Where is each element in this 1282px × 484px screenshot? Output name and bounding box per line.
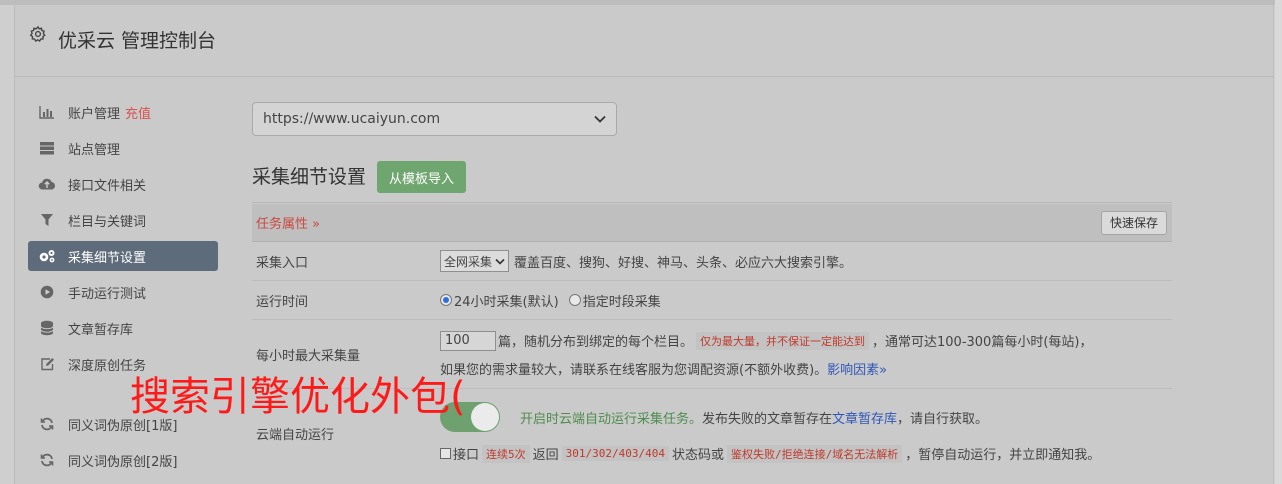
sidebar-item-label: 手动运行测试 — [68, 286, 147, 302]
table-header: 任务属性 » 快速保存 — [252, 204, 1172, 242]
quick-save-button[interactable]: 快速保存 — [1100, 210, 1167, 235]
sidebar-item-account[interactable]: 账户管理 充值 — [28, 97, 218, 127]
radio-period-label: 指定时段采集 — [582, 294, 661, 310]
sidebar-item-label: 同义词伪原创[2版] — [68, 454, 178, 470]
entry-select-value: 全网采集 — [444, 254, 493, 269]
sidebar-item-synonym-v2[interactable]: 同义词伪原创[2版] — [28, 445, 218, 475]
section-title: 采集细节设置 — [252, 166, 367, 188]
radio-24h-label: 24小时采集(默认) — [454, 294, 559, 310]
refresh-icon — [38, 416, 56, 432]
checkbox-label: 接口 — [453, 448, 480, 463]
entry-description: 覆盖百度、搜狗、好搜、神马、头条、必应六大搜索引擎。 — [514, 255, 853, 271]
scrollbar-track[interactable] — [1275, 0, 1282, 484]
sidebar-item-collect-settings[interactable]: 采集细节设置 — [28, 241, 218, 271]
sidebar-item-columns[interactable]: 栏目与关键词 — [28, 205, 218, 235]
main-content: https://www.ucaiyun.com 采集细节设置 从模板导入 任务属… — [252, 102, 1172, 463]
entry-select[interactable]: 全网采集 — [440, 250, 510, 272]
bar-chart-icon — [38, 104, 56, 120]
database-icon — [38, 320, 56, 336]
max-text: 篇，随机分布到绑定的每个栏目。 — [498, 335, 694, 350]
sidebar: 账户管理 充值 站点管理 接口文件相关 栏目与关键词 采集细节设置 手动运行测试 — [28, 97, 218, 481]
sidebar-item-label: 采集细节设置 — [68, 250, 147, 266]
article-store-link[interactable]: 文章暂存库 — [832, 408, 897, 427]
sidebar-item-interface[interactable]: 接口文件相关 — [28, 169, 218, 199]
sidebar-item-manual-test[interactable]: 手动运行测试 — [28, 277, 218, 307]
radio-period[interactable] — [568, 294, 581, 306]
max-warning: 仅为最大量，并不保证一定能达到 — [696, 331, 870, 350]
row-label: 运行时间 — [256, 294, 309, 310]
import-template-button[interactable]: 从模板导入 — [377, 161, 467, 193]
refresh-icon — [38, 452, 56, 468]
play-circle-icon — [38, 284, 56, 300]
table-row-time: 运行时间 24小时采集(默认) 指定时段采集 — [252, 281, 1172, 320]
impact-factors-link[interactable]: 影响因素» — [827, 359, 887, 378]
sidebar-item-sites[interactable]: 站点管理 — [28, 133, 218, 163]
row-label: 采集入口 — [256, 255, 309, 271]
cloud-text: 返回 — [532, 448, 559, 463]
server-icon — [38, 140, 56, 156]
sidebar-item-label: 栏目与关键词 — [68, 214, 147, 230]
cloud-text: 状态码或 — [672, 448, 725, 463]
max-text: ，通常可达100-300篇每小时(每站)， — [872, 335, 1093, 350]
page-title: 优采云 管理控制台 — [58, 30, 217, 52]
cloud-text: 发布失败的文章暂存在 — [702, 411, 833, 427]
max-per-hour-input[interactable]: 100 — [440, 330, 496, 351]
notify-checkbox[interactable] — [440, 448, 451, 459]
page-header: 优采云 管理控制台 — [15, 5, 1274, 77]
radio-24h[interactable] — [440, 294, 452, 306]
site-select[interactable]: https://www.ucaiyun.com — [252, 102, 617, 136]
cloud-green-text: 开启时云端自动运行采集任务。 — [520, 411, 703, 427]
sidebar-item-label: 文章暂存库 — [68, 322, 134, 338]
cogs-icon — [38, 248, 56, 264]
settings-table: 任务属性 » 快速保存 采集入口 全网采集 覆盖百度、搜狗、好搜、神马、头条、必… — [252, 204, 1172, 479]
filter-icon — [38, 212, 56, 228]
section-divider — [252, 202, 1172, 203]
gear-icon — [29, 25, 46, 42]
max-text: 如果您的需求量较大，请联系在线客服为您调配资源(不额外收费)。 — [440, 362, 828, 378]
chevron-down-icon — [495, 258, 505, 265]
cloud-text: ，请自行获取。 — [897, 411, 989, 427]
cloud-upload-icon — [38, 176, 56, 192]
sidebar-item-label: 站点管理 — [68, 142, 121, 158]
cloud-text: ，暂停自动运行，并立即通知我。 — [905, 448, 1101, 463]
highlight-text: 301/302/403/404 — [561, 446, 669, 461]
table-row-entry: 采集入口 全网采集 覆盖百度、搜狗、好搜、神马、头条、必应六大搜索引擎。 — [252, 242, 1172, 281]
watermark-text: 搜索引擎优化外包( — [130, 374, 466, 420]
highlight-text: 连续5次 — [482, 444, 530, 463]
sidebar-item-article-store[interactable]: 文章暂存库 — [28, 313, 218, 343]
site-select-value: https://www.ucaiyun.com — [263, 111, 441, 127]
task-properties-toggle[interactable]: 任务属性 » — [256, 213, 320, 232]
highlight-text: 鉴权失败/拒绝连接/域名无法解析 — [727, 444, 903, 463]
sidebar-item-label: 账户管理 — [68, 106, 121, 122]
edit-icon — [38, 356, 56, 372]
recharge-link[interactable]: 充值 — [125, 103, 151, 122]
chevron-down-icon — [594, 111, 606, 127]
sidebar-item-label: 接口文件相关 — [68, 178, 147, 194]
